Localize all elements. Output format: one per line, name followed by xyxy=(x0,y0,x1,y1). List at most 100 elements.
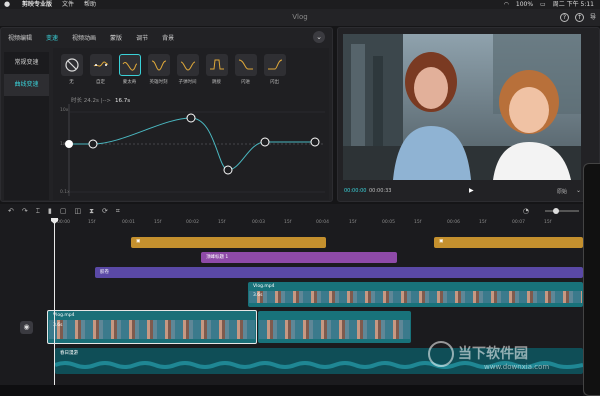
battery-icon[interactable]: ▭ xyxy=(540,0,546,9)
menu-help[interactable]: 帮助 xyxy=(84,0,96,9)
ruler-tick: 15f xyxy=(479,220,487,225)
ruler-tick: 15f xyxy=(284,220,292,225)
app-window: ● 剪映专业版 文件 帮助 ◠ 100% ▭ 周二 下午 5:11 Vlog ?… xyxy=(0,0,600,396)
ruler-tick: 00:04 xyxy=(316,220,329,225)
clip-thumbnails xyxy=(259,320,410,339)
window-titlebar: Vlog ? ↑ 导 xyxy=(0,9,600,26)
curve-editor: 无 自定 蒙太奇 英雄时刻 子弹时间 跳接 闪进 闪出 时长 24.2s |--… xyxy=(53,48,329,220)
preset-hero-moment[interactable]: 英雄时刻 xyxy=(146,54,171,85)
split-icon[interactable]: ⌶ xyxy=(36,207,40,216)
watermark-url: www.downxia.com xyxy=(484,363,550,371)
freeze-icon[interactable]: ▢ xyxy=(60,207,67,215)
reverse-icon[interactable]: ◫ xyxy=(74,207,81,215)
speed-panel: 视频编辑 变速 视频动画 蒙版 调节 背景 ⌄ 常规变速 曲线变速 无 自定 蒙… xyxy=(0,27,333,220)
tab-video-animation[interactable]: 视频动画 xyxy=(65,33,103,42)
preset-bullet-time[interactable]: 子弹时间 xyxy=(175,54,200,85)
ratio-select[interactable]: 原始 xyxy=(557,188,567,195)
preset-jump-cut[interactable]: 跳接 xyxy=(204,54,229,85)
tab-background[interactable]: 背景 xyxy=(155,33,181,42)
preset-montage[interactable]: 蒙太奇 xyxy=(117,54,142,85)
clip-thumbnails xyxy=(49,320,255,339)
ruler-tick: 15f xyxy=(88,220,96,225)
curve-point[interactable] xyxy=(310,137,320,147)
curve-point[interactable] xyxy=(186,113,196,123)
curve-point[interactable] xyxy=(88,139,98,149)
sticker-clip[interactable]: ▣ xyxy=(434,237,583,248)
mirror-icon[interactable]: ⧗ xyxy=(89,207,94,216)
curve-point[interactable] xyxy=(65,140,73,148)
ruler-tick: 00:07 xyxy=(512,220,525,225)
preset-label: 闪进 xyxy=(241,80,250,85)
player-controls: 00:00:00 00:00:33 ▶ 原始 ⌄ xyxy=(338,184,599,200)
preset-custom[interactable]: 自定 xyxy=(88,54,113,85)
ruler-tick: 00:05 xyxy=(382,220,395,225)
redo-icon[interactable]: ↷ xyxy=(22,207,28,215)
chevron-down-icon[interactable]: ⌄ xyxy=(313,31,325,43)
crop-icon[interactable]: ⌗ xyxy=(116,207,120,216)
watermark-logo xyxy=(428,341,454,367)
text-clip[interactable]: 顶峰标题 1 xyxy=(201,252,397,263)
filter-clip-label: 胶卷 xyxy=(100,270,109,275)
no-entry-icon xyxy=(60,54,83,76)
export-icon[interactable]: ↑ xyxy=(574,13,584,22)
watermark: 当下软件园 www.downxia.com xyxy=(428,341,550,371)
ruler-tick: 15f xyxy=(414,220,422,225)
play-icon[interactable]: ▶ xyxy=(469,187,474,194)
curve-point[interactable] xyxy=(260,137,270,147)
preset-flash-out[interactable]: 闪出 xyxy=(262,54,287,85)
menu-app[interactable]: 剪映专业版 xyxy=(22,0,52,9)
tab-speed[interactable]: 变速 xyxy=(39,33,65,42)
zoom-out-icon[interactable]: ◔ xyxy=(523,207,529,215)
overlay-video-clip[interactable]: Vlog.mp4 3.6s xyxy=(248,282,583,307)
panel-tabs: 视频编辑 变速 视频动画 蒙版 调节 背景 ⌄ xyxy=(1,28,332,46)
preset-label: 英雄时刻 xyxy=(149,80,168,85)
preset-none[interactable]: 无 xyxy=(59,54,84,85)
wifi-icon[interactable]: ◠ xyxy=(504,0,509,9)
curve-point[interactable] xyxy=(223,165,233,175)
battery-percent: 100% xyxy=(515,1,534,8)
phone-preview xyxy=(583,163,600,396)
mode-normal-speed[interactable]: 常规变速 xyxy=(4,52,49,74)
undo-icon[interactable]: ↶ xyxy=(8,207,14,215)
filter-clip[interactable]: 胶卷 xyxy=(95,267,583,278)
curve-custom-icon xyxy=(89,54,112,76)
menu-file[interactable]: 文件 xyxy=(62,0,74,9)
tab-adjust[interactable]: 调节 xyxy=(129,33,155,42)
ruler-tick: 00:02 xyxy=(186,220,199,225)
sticker-icon: ▣ xyxy=(439,239,444,244)
overlay-clip-duration: 3.6s xyxy=(253,293,263,298)
preset-label: 闪出 xyxy=(270,80,279,85)
video-preview[interactable] xyxy=(343,34,581,180)
main-video-clip-2[interactable] xyxy=(258,311,411,343)
watermark-brand: 当下软件园 xyxy=(458,346,528,362)
mode-curve-speed[interactable]: 曲线变速 xyxy=(4,74,49,96)
zoom-slider[interactable] xyxy=(545,208,579,214)
current-time: 00:00:00 xyxy=(344,188,367,194)
playhead[interactable] xyxy=(54,218,55,385)
main-video-clip[interactable]: Vlog.mp4 3.6s xyxy=(47,310,257,344)
time-ruler[interactable]: 00:00 15f 00:01 15f 00:02 15f 00:03 15f … xyxy=(55,218,583,228)
zoom-slider-knob[interactable] xyxy=(553,208,559,214)
help-icon[interactable]: ? xyxy=(559,13,569,22)
rotate-icon[interactable]: ⟳ xyxy=(102,207,108,215)
preset-flash-in[interactable]: 闪进 xyxy=(233,54,258,85)
speed-curve-graph[interactable] xyxy=(63,104,325,196)
ruler-tick: 15f xyxy=(218,220,226,225)
ruler-tick: 15f xyxy=(154,220,162,225)
total-time: 00:00:33 xyxy=(369,188,392,194)
system-menubar: ● 剪映专业版 文件 帮助 ◠ 100% ▭ 周二 下午 5:11 xyxy=(0,0,600,9)
audio-clip-name: 春日漫游 xyxy=(60,351,78,356)
delete-icon[interactable]: ▮ xyxy=(48,207,52,215)
tab-mask[interactable]: 蒙版 xyxy=(103,33,129,42)
export-button[interactable]: 导 xyxy=(590,9,596,26)
main-clip-name: Vlog.mp4 xyxy=(53,313,75,318)
chevron-down-icon[interactable]: ⌄ xyxy=(576,187,581,194)
sticker-clip[interactable]: ▣ xyxy=(131,237,326,248)
ruler-tick: 15f xyxy=(349,220,357,225)
apple-icon[interactable]: ● xyxy=(4,0,12,9)
curve-hero-icon xyxy=(147,54,170,76)
cover-settings-icon[interactable]: ◉ xyxy=(20,321,33,334)
clock[interactable]: 周二 下午 5:11 xyxy=(553,0,594,9)
tab-video-edit[interactable]: 视频编辑 xyxy=(1,33,39,42)
preset-label: 自定 xyxy=(96,80,105,85)
